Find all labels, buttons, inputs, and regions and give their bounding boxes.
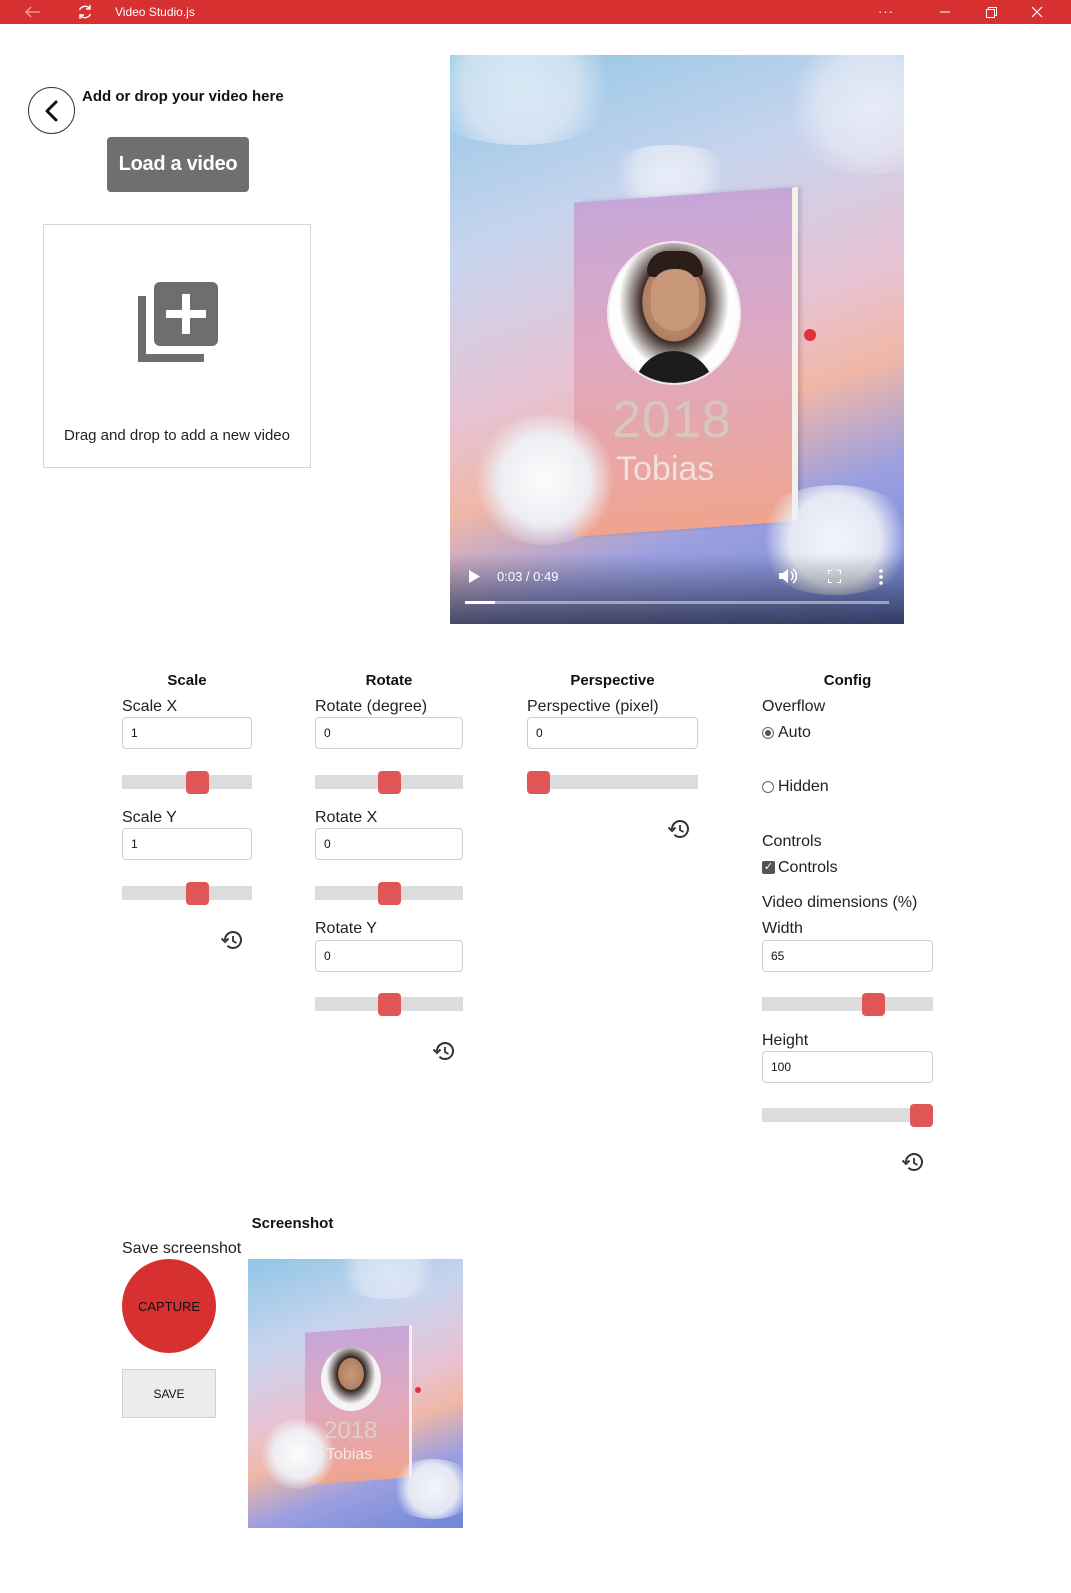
app-title: Video Studio.js (115, 5, 195, 19)
video-portrait (607, 241, 741, 385)
width-label: Width (762, 920, 803, 937)
controls-label: Controls (762, 833, 822, 850)
screenshot-title: Screenshot (251, 1215, 334, 1232)
height-input[interactable] (762, 1051, 933, 1083)
restore-icon[interactable] (968, 0, 1014, 24)
rotate-degree-input[interactable] (315, 717, 463, 749)
scale-reset-icon[interactable] (221, 929, 243, 951)
video-book-year: 2018 (612, 391, 732, 449)
width-input[interactable] (762, 940, 933, 972)
save-screenshot-label: Save screenshot (122, 1240, 242, 1257)
perspective-title: Perspective (570, 672, 655, 689)
video-time: 0:03 / 0:49 (497, 569, 559, 584)
perspective-slider[interactable] (527, 771, 698, 794)
video-progress[interactable] (465, 601, 889, 604)
refresh-icon[interactable] (62, 0, 108, 24)
scale-y-slider[interactable] (122, 882, 252, 905)
fullscreen-icon[interactable] (828, 570, 841, 583)
scale-y-input[interactable] (122, 828, 252, 860)
scale-x-input[interactable] (122, 717, 252, 749)
minimize-icon[interactable] (922, 0, 968, 24)
video-book-name: Tobias (616, 450, 715, 488)
back-arrow-icon[interactable] (10, 0, 56, 24)
rotate-x-input[interactable] (315, 828, 463, 860)
perspective-reset-icon[interactable] (668, 818, 690, 840)
more-options-icon[interactable]: ··· (878, 0, 894, 24)
back-button[interactable] (28, 87, 75, 134)
dropzone-text: Drag and drop to add a new video (64, 427, 290, 444)
chevron-left-icon (45, 100, 57, 121)
load-video-button[interactable]: Load a video (107, 137, 249, 192)
perspective-input[interactable] (527, 717, 698, 749)
rotate-x-label: Rotate X (315, 809, 378, 826)
rotate-y-label: Rotate Y (315, 920, 377, 937)
height-slider[interactable] (762, 1104, 933, 1127)
video-dropzone[interactable]: Drag and drop to add a new video (43, 224, 311, 468)
close-icon[interactable] (1014, 0, 1060, 24)
perspective-label: Perspective (pixel) (527, 698, 659, 715)
overflow-label: Overflow (762, 698, 826, 715)
rotate-y-slider[interactable] (315, 993, 463, 1016)
rotate-degree-slider[interactable] (315, 771, 463, 794)
title-bar: Video Studio.js ··· (0, 0, 1071, 24)
video-controls-bar (450, 554, 904, 624)
controls-checkbox[interactable]: ✓ (762, 861, 775, 874)
overflow-hidden-radio[interactable] (762, 781, 774, 793)
screenshot-preview: 2018 Tobias (248, 1259, 463, 1528)
video-player[interactable]: 2018 Tobias 0:03 / 0:49 (450, 55, 904, 624)
scale-x-label: Scale X (122, 698, 178, 715)
play-icon[interactable] (468, 570, 480, 583)
overflow-auto-label[interactable]: Auto (778, 724, 811, 742)
scale-x-slider[interactable] (122, 771, 252, 794)
scale-title: Scale (167, 672, 207, 689)
rotate-degree-label: Rotate (degree) (315, 698, 428, 715)
config-reset-icon[interactable] (902, 1151, 924, 1173)
video-dimensions-label: Video dimensions (%) (762, 894, 918, 911)
volume-icon[interactable] (779, 568, 797, 584)
overflow-hidden-label[interactable]: Hidden (778, 778, 829, 796)
width-slider[interactable] (762, 993, 933, 1016)
height-label: Height (762, 1032, 809, 1049)
overflow-auto-radio[interactable] (762, 727, 774, 739)
more-vert-icon[interactable] (878, 569, 884, 585)
capture-button[interactable]: CAPTURE (122, 1259, 216, 1353)
save-button[interactable]: SAVE (122, 1369, 216, 1418)
scale-y-label: Scale Y (122, 809, 177, 826)
library-add-icon (138, 282, 218, 362)
rotate-reset-icon[interactable] (433, 1040, 455, 1062)
rotate-x-slider[interactable] (315, 882, 463, 905)
rotate-y-input[interactable] (315, 940, 463, 972)
upload-heading: Add or drop your video here (82, 88, 284, 105)
rotate-title: Rotate (365, 672, 413, 689)
controls-checkbox-label[interactable]: Controls (778, 859, 838, 877)
config-title: Config (823, 672, 872, 689)
